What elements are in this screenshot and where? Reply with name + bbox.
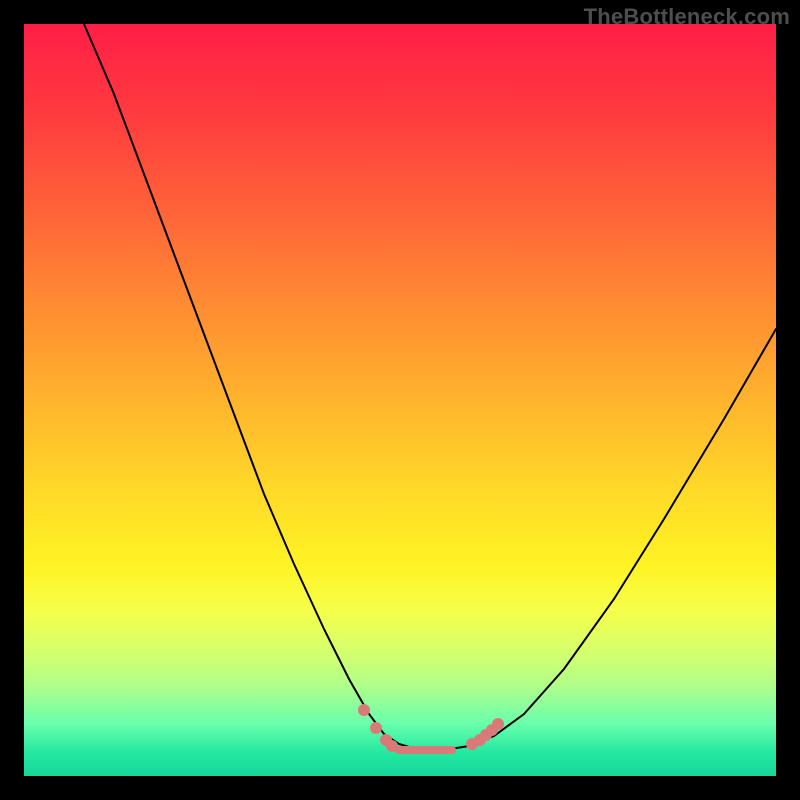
bottleneck-curve — [84, 24, 776, 750]
highlight-markers — [358, 704, 504, 752]
watermark-text: TheBottleneck.com — [584, 4, 790, 30]
chart-frame: TheBottleneck.com — [0, 0, 800, 800]
highlight-marker — [370, 722, 382, 734]
chart-svg — [24, 24, 776, 776]
highlight-marker — [386, 740, 398, 752]
highlight-marker — [358, 704, 370, 716]
plot-area — [24, 24, 776, 776]
highlight-marker — [492, 718, 504, 730]
